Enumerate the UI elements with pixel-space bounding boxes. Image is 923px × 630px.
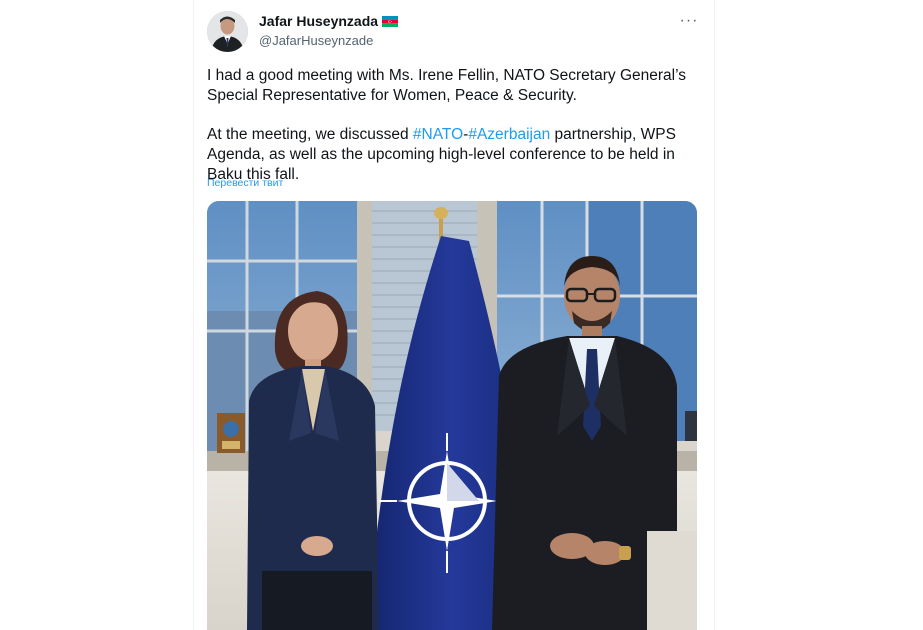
hashtag-azerbaijan-link[interactable]: #Azerbaijan bbox=[468, 126, 550, 143]
author-avatar[interactable] bbox=[207, 11, 248, 52]
text-segment: At the meeting, we discussed bbox=[207, 126, 413, 143]
azerbaijan-flag-icon bbox=[382, 15, 399, 27]
tweet-paragraph-1: I had a good meeting with Ms. Irene Fell… bbox=[207, 67, 687, 104]
author-name[interactable]: Jafar Huseynzada bbox=[259, 13, 378, 29]
more-options-icon[interactable]: ··· bbox=[678, 12, 700, 30]
author-handle[interactable]: @JafarHuseynzade bbox=[259, 33, 373, 48]
tweet-photo[interactable] bbox=[207, 201, 697, 630]
translate-tweet-link[interactable]: Перевести твит bbox=[207, 177, 283, 189]
tweet-card: Jafar Huseynzada @JafarHuseynzade ··· I … bbox=[193, 0, 715, 630]
hashtag-nato-link[interactable]: #NATO bbox=[413, 126, 463, 143]
tweet-paragraph-2: At the meeting, we discussed #NATO-#Azer… bbox=[207, 125, 707, 185]
author-name-row: Jafar Huseynzada bbox=[259, 13, 399, 29]
